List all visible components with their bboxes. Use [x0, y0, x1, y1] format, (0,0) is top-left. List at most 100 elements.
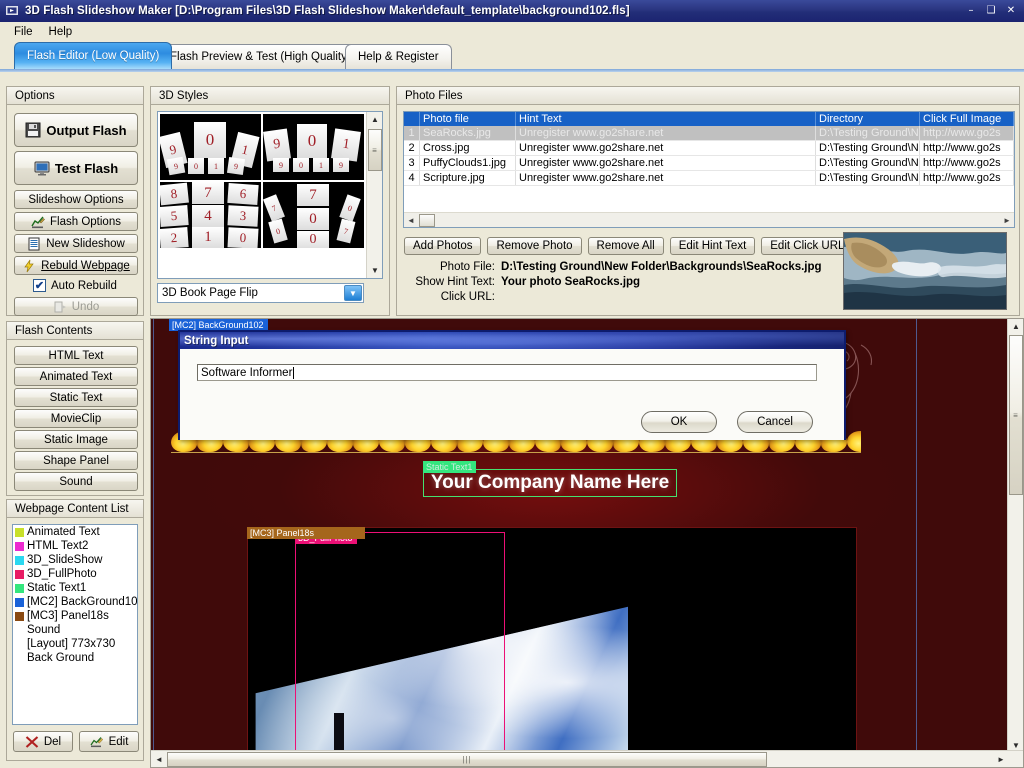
style-select-combobox[interactable]: 3D Book Page Flip ▼ [157, 283, 364, 303]
content-color-swatch [15, 583, 24, 593]
monitor-icon [34, 160, 50, 176]
list-item[interactable]: 3D_SlideShow [13, 553, 137, 567]
style-thumb-3[interactable]: 876 543 210 [160, 182, 261, 248]
table-row[interactable]: 1 SeaRocks.jpg Unregister www.go2share.net… [404, 126, 1014, 141]
col-header-hint-text[interactable]: Hint Text [516, 112, 816, 126]
edit-hint-text-button[interactable]: Edit Hint Text [669, 237, 756, 255]
movieclip-button[interactable]: MovieClip [14, 409, 138, 428]
maximize-button[interactable]: ❑ [982, 3, 1000, 18]
style-thumb-1[interactable]: 9019019 [160, 114, 261, 180]
style-number-card: 9 [226, 156, 246, 176]
test-flash-button[interactable]: Test Flash [14, 151, 138, 185]
list-item-label: [MC2] BackGround102 [27, 596, 138, 608]
undo-button[interactable]: Undo [14, 297, 138, 316]
html-text-button[interactable]: HTML Text [14, 346, 138, 365]
table-row[interactable]: 2 Cross.jpg Unregister www.go2share.net D:\… [404, 141, 1014, 156]
canvas-scroll-left-button[interactable]: ◄ [151, 752, 167, 767]
3d-fullphoto-selection-box[interactable] [295, 532, 505, 751]
photo-file-label: Photo File: [440, 261, 495, 273]
style-thumb-4[interactable]: 7007007 [263, 182, 364, 248]
list-item[interactable]: Static Text1 [13, 581, 137, 595]
photo-grid-scroll-thumb[interactable] [419, 213, 435, 227]
styles-scroll-up-button[interactable]: ▲ [367, 112, 382, 127]
close-button[interactable]: ✕ [1002, 3, 1020, 18]
style-thumb-2[interactable]: 9019019 [263, 114, 364, 180]
new-slideshow-label: New Slideshow [46, 237, 125, 250]
tab-flash-editor[interactable]: Flash Editor (Low Quality) [14, 42, 173, 69]
col-header-index[interactable] [404, 112, 420, 126]
show-hint-text-label: Show Hint Text: [415, 276, 495, 288]
webpage-content-listbox[interactable]: Animated Text HTML Text2 3D_SlideShow 3D_Fu… [12, 524, 138, 725]
table-row[interactable]: 3 PuffyClouds1.jpg Unregister www.go2share… [404, 156, 1014, 171]
rebuild-webpage-button[interactable]: Rebuld Webpage [14, 256, 138, 275]
photo-grid-scroll-left-button[interactable]: ◄ [404, 214, 418, 227]
sound-button[interactable]: Sound [14, 472, 138, 491]
edit-click-url-button[interactable]: Edit Click URL [761, 237, 854, 255]
animated-text-button[interactable]: Animated Text [14, 367, 138, 386]
menu-item-help[interactable]: Help [41, 24, 81, 40]
list-item[interactable]: Sound [13, 623, 137, 637]
col-header-photo-file[interactable]: Photo file [420, 112, 516, 126]
list-item[interactable]: [MC2] BackGround102 [13, 595, 137, 609]
company-name-textbox[interactable]: Your Company Name Here [423, 469, 677, 497]
slideshow-options-button[interactable]: Slideshow Options [14, 190, 138, 209]
styles-thumbnail-list[interactable]: 901901990190198765432107007007 ▲ ≡ ▼ [157, 111, 383, 279]
menu-item-file[interactable]: File [6, 24, 41, 40]
auto-rebuild-checkbox[interactable]: ✔ Auto Rebuild [33, 279, 117, 292]
photo-files-grid[interactable]: Photo file Hint Text Directory Click Ful… [403, 111, 1015, 228]
undo-icon [53, 300, 67, 314]
document-lines-icon [27, 237, 41, 251]
photo-files-horizontal-scrollbar[interactable]: ◄ ► [404, 212, 1014, 227]
string-input-dialog-body: Software Informer OK Cancel [180, 349, 844, 440]
list-item[interactable]: HTML Text2 [13, 539, 137, 553]
canvas-scroll-up-button[interactable]: ▲ [1008, 319, 1023, 334]
static-image-button[interactable]: Static Image [14, 430, 138, 449]
col-header-click-full-image[interactable]: Click Full Image [920, 112, 1014, 126]
styles-scroll-thumb[interactable]: ≡ [368, 129, 382, 171]
remove-all-button[interactable]: Remove All [587, 237, 664, 255]
canvas-vertical-scrollbar[interactable]: ▲ ≡ ▼ [1007, 319, 1023, 753]
static-text-button[interactable]: Static Text [14, 388, 138, 407]
list-item[interactable]: Animated Text [13, 525, 137, 539]
photo-file-value: D:\Testing Ground\New Folder\Backgrounds… [501, 261, 822, 273]
remove-photo-button[interactable]: Remove Photo [487, 237, 582, 255]
canvas-vertical-scroll-thumb[interactable]: ≡ [1009, 335, 1023, 495]
floppy-disk-icon [25, 122, 41, 138]
table-row[interactable]: 4 Scripture.jpg Unregister www.go2share.ne… [404, 171, 1014, 186]
undo-label: Undo [71, 300, 100, 313]
tag-mc3-panel18s[interactable]: [MC3] Panel18s [247, 527, 365, 539]
edit-content-button[interactable]: Edit [79, 731, 139, 752]
chevron-down-icon[interactable]: ▼ [344, 285, 362, 301]
canvas-horizontal-scrollbar[interactable]: ◄ ||| ► [151, 750, 1023, 767]
dialog-ok-button[interactable]: OK [641, 411, 717, 433]
string-input-dialog[interactable]: String Input Software Informer OK Cancel [178, 330, 846, 440]
list-item[interactable]: [MC3] Panel18s [13, 609, 137, 623]
list-item[interactable]: Back Ground [13, 651, 137, 665]
list-item[interactable]: [Layout] 773x730 [13, 637, 137, 651]
shape-panel-button[interactable]: Shape Panel [14, 451, 138, 470]
dialog-cancel-button[interactable]: Cancel [737, 411, 813, 433]
tag-static-text1[interactable]: Static Text1 [423, 461, 477, 473]
title-bar: 3D Flash Slideshow Maker [D:\Program Fil… [0, 0, 1024, 22]
add-photos-button[interactable]: Add Photos [404, 237, 482, 255]
list-item[interactable]: 3D_FullPhoto [13, 567, 137, 581]
tab-help-register[interactable]: Help & Register [345, 44, 452, 69]
tab-flash-preview-test[interactable]: Flash Preview & Test (High Quality) [157, 44, 364, 69]
list-item-label: 3D_SlideShow [27, 554, 103, 566]
click-url-label: Click URL: [440, 291, 495, 303]
canvas-scroll-right-button[interactable]: ► [993, 752, 1009, 767]
styles-vertical-scrollbar[interactable]: ▲ ≡ ▼ [366, 112, 382, 278]
photo-grid-scroll-right-button[interactable]: ► [1000, 214, 1014, 227]
delete-content-button[interactable]: Del [13, 731, 73, 752]
canvas-horizontal-scroll-thumb[interactable]: ||| [167, 751, 767, 767]
flash-options-button[interactable]: Flash Options [14, 212, 138, 231]
new-slideshow-button[interactable]: New Slideshow [14, 234, 138, 253]
mc3-panel18s-region[interactable]: 3D_FullPhoto [247, 527, 857, 751]
style-number-card: 2 [160, 227, 189, 248]
col-header-directory[interactable]: Directory [816, 112, 920, 126]
minimize-button[interactable]: – [962, 3, 980, 18]
styles-scroll-down-button[interactable]: ▼ [367, 263, 382, 278]
output-flash-button[interactable]: Output Flash [14, 113, 138, 147]
string-input-field[interactable]: Software Informer [197, 364, 817, 381]
window-title: 3D Flash Slideshow Maker [D:\Program Fil… [25, 5, 630, 17]
